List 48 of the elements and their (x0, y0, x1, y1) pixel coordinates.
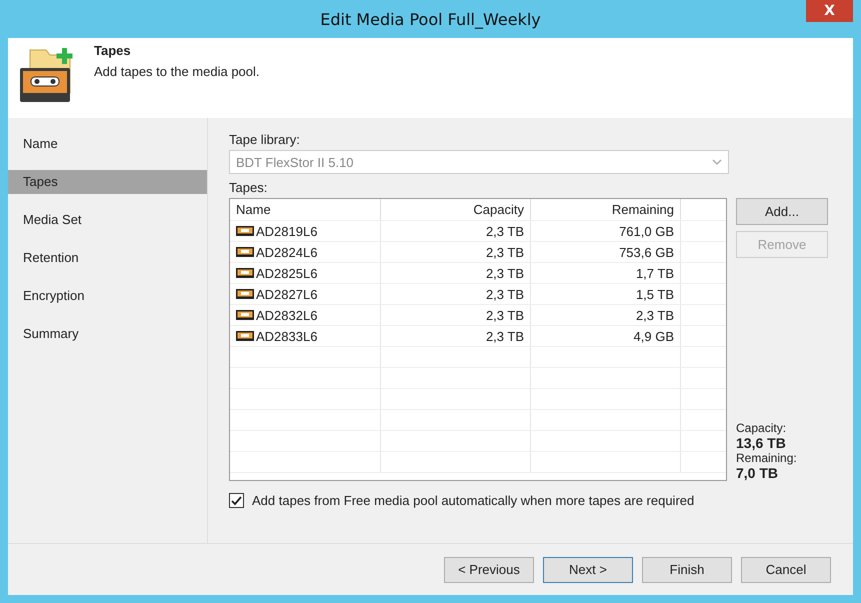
field-label: Tape library: (229, 132, 301, 147)
tape-icon (236, 247, 254, 257)
table-cell: 753,6 GB (619, 244, 674, 260)
table-cell: 2,3 TB (636, 308, 674, 322)
field-label: Tapes: (229, 180, 268, 195)
tape-icon (236, 268, 254, 278)
summary-value: 7,0 TB (736, 465, 780, 481)
chevron-icon (712, 159, 722, 165)
page-subtitle: Add tapes to the media pool. (94, 64, 260, 79)
table-cell: 1,7 TB (636, 266, 674, 280)
table-cell: 761,0 GB (619, 224, 674, 238)
table-cell: 2,3 TB (486, 244, 524, 260)
wizard-button[interactable]: Cancel (741, 556, 831, 582)
table-cell: 2,3 TB (486, 308, 524, 322)
tape-icon (236, 289, 254, 299)
checkbox-label: Add tapes from Free media pool automatically when more tapes are required (252, 493, 694, 508)
checkbox[interactable] (229, 493, 244, 508)
tape-icon (236, 331, 254, 341)
table-cell: AD2825L6 (256, 266, 318, 280)
step-item[interactable]: Media Set (8, 208, 207, 232)
table-cell: AD2827L6 (256, 286, 318, 302)
step-item[interactable]: Name (8, 132, 207, 156)
summary-value: 13,6 TB (736, 435, 787, 451)
table-cell: 4,9 GB (634, 328, 674, 344)
table-cell: 2,3 TB (486, 286, 524, 302)
wizard-button[interactable]: < Previous (444, 556, 534, 582)
step-item[interactable]: Encryption (8, 284, 207, 308)
step-item[interactable]: Tapes (8, 170, 207, 194)
table-cell: 2,3 TB (486, 328, 524, 344)
step-item[interactable]: Summary (8, 322, 207, 346)
table-cell: 2,3 TB (486, 224, 524, 238)
table-cell: 1,5 TB (636, 286, 674, 302)
tape-icon (236, 310, 254, 320)
step-item[interactable]: Retention (8, 246, 207, 270)
table-cell: AD2819L6 (256, 224, 318, 238)
close-button[interactable]: X (806, 0, 853, 22)
table-cell: AD2832L6 (256, 308, 318, 322)
window-title: Edit Media Pool Full_Weekly (320, 10, 541, 28)
page-title: Tapes (94, 43, 132, 58)
wizard-button[interactable]: Next > (543, 556, 633, 582)
summary-label: Capacity: (736, 421, 788, 435)
wizard-button[interactable]: Finish (642, 556, 732, 582)
summary-label: Remaining: (736, 451, 798, 465)
tape-icon (236, 226, 254, 236)
table-action-button[interactable]: Add... (736, 198, 828, 225)
table-cell: AD2833L6 (256, 328, 318, 344)
table-cell: AD2824L6 (256, 244, 318, 260)
table-cell: 2,3 TB (486, 266, 524, 280)
